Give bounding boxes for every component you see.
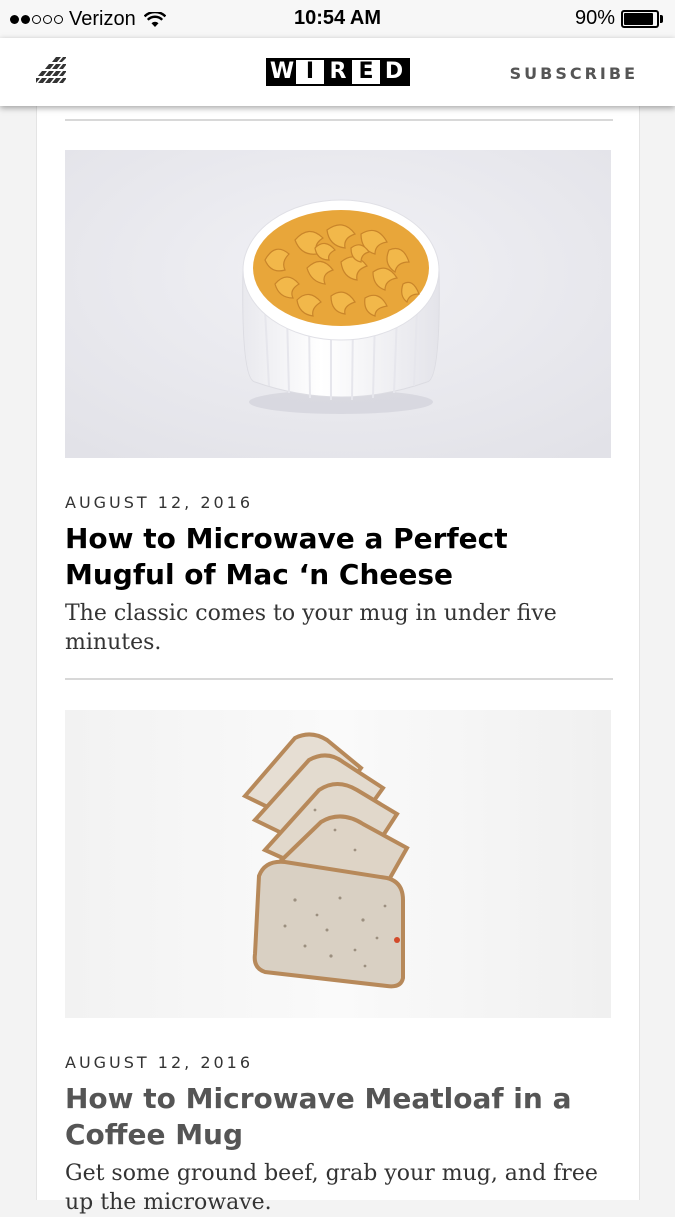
site-header: W I R E D SUBSCRIBE (0, 38, 675, 106)
article-title[interactable]: How to Microwave Meatloaf in a Coffee Mu… (65, 1081, 611, 1153)
article-card[interactable]: AUGUST 12, 2016 How to Microwave Meatloa… (65, 710, 611, 1217)
status-bar: Verizon 10:54 AM 90% (0, 0, 675, 38)
article-date: AUGUST 12, 2016 (65, 493, 254, 512)
subscribe-link[interactable]: SUBSCRIBE (510, 64, 638, 83)
divider (65, 119, 613, 121)
meatloaf-image[interactable] (65, 710, 611, 1018)
mac-and-cheese-image[interactable] (65, 150, 611, 458)
article-dek: Get some ground beef, grab your mug, and… (65, 1161, 598, 1215)
article-dek: The classic comes to your mug in under f… (65, 601, 557, 655)
article-date: AUGUST 12, 2016 (65, 1053, 254, 1072)
logo-letter: D (380, 60, 408, 84)
clock: 10:54 AM (293, 7, 382, 29)
status-bar-right: 90% (575, 7, 665, 30)
logo-letter: W (268, 59, 296, 84)
article-title[interactable]: How to Microwave a Perfect Mugful of Mac… (65, 521, 611, 593)
grid-menu-icon[interactable] (36, 57, 66, 87)
wired-logo[interactable]: W I R E D (266, 58, 410, 86)
article-card[interactable]: AUGUST 12, 2016 How to Microwave a Perfe… (65, 150, 611, 657)
battery-icon (621, 9, 665, 28)
logo-letter: R (324, 60, 352, 84)
logo-letter: E (352, 60, 380, 84)
battery-percent: 90% (574, 7, 615, 29)
logo-letter: I (296, 60, 324, 84)
divider (65, 678, 613, 680)
article-list: AUGUST 12, 2016 How to Microwave a Perfe… (36, 106, 640, 1215)
